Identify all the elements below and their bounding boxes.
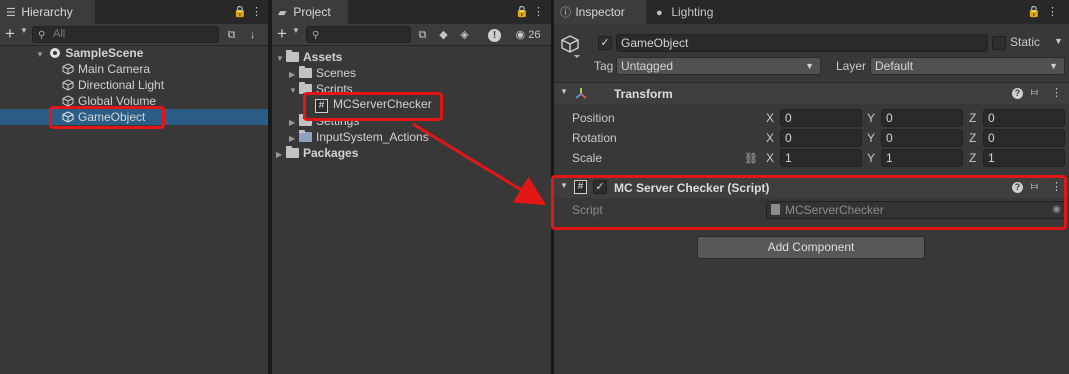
- arrow-line: [412, 122, 547, 206]
- annotation-arrow: [412, 122, 547, 206]
